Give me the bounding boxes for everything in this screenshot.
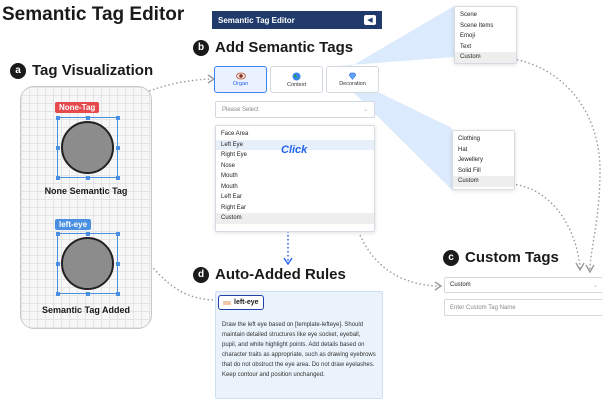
- custom-tag-select[interactable]: Custom ⌄: [444, 277, 602, 293]
- rule-description: Draw the left eye based on [template-lef…: [222, 322, 376, 378]
- add-semantic-tags-heading: b Add Semantic Tags: [193, 39, 353, 56]
- category-decoration-button[interactable]: Decoration: [326, 66, 379, 93]
- decoration-option-clothing[interactable]: Clothing: [453, 134, 514, 145]
- editor-header-bar: Semantic Tag Editor ◀: [212, 11, 382, 29]
- page-title: Semantic Tag Editor: [2, 4, 185, 25]
- context-options-menu: Scene Scene Items Emoji Text Custom: [454, 6, 517, 64]
- custom-tags-title: Custom Tags: [465, 249, 559, 266]
- globe-icon: [292, 72, 301, 80]
- tag-visualization-heading: a Tag Visualization: [10, 62, 153, 79]
- eye-swatch-icon: [223, 300, 231, 305]
- rule-tag-chip-label: left-eye: [234, 299, 259, 306]
- left-eye-tag-pill: left-eye: [55, 219, 92, 230]
- gem-icon: [348, 72, 357, 80]
- tag-select-placeholder: Please Select: [222, 106, 259, 113]
- category-context-button[interactable]: Context: [270, 66, 323, 93]
- decoration-option-solid-fill[interactable]: Solid Fill: [453, 166, 514, 177]
- decoration-options-menu: Clothing Hat Jewellery Solid Fill Custom: [452, 130, 515, 190]
- left-eye-caption: Semantic Tag Added: [41, 305, 130, 315]
- organ-option-nose[interactable]: Nose: [216, 161, 374, 172]
- left-eye-shape: [61, 237, 114, 290]
- organ-option-mouth-2[interactable]: Mouth: [216, 182, 374, 193]
- decoration-option-custom[interactable]: Custom: [453, 176, 514, 187]
- auto-added-rules-heading: d Auto-Added Rules: [193, 266, 346, 283]
- add-semantic-tags-title: Add Semantic Tags: [215, 39, 354, 56]
- none-tag-pill: None-Tag: [55, 102, 100, 113]
- custom-tag-select-value: Custom: [450, 282, 471, 288]
- organ-option-custom[interactable]: Custom: [216, 213, 374, 224]
- category-decoration-label: Decoration: [339, 81, 366, 87]
- tag-visualization-title: Tag Visualization: [32, 62, 154, 79]
- editor-header-title: Semantic Tag Editor: [218, 15, 295, 25]
- custom-tag-name-input[interactable]: Enter Custom Tag Name: [444, 299, 602, 316]
- organ-option-left-ear[interactable]: Left Ear: [216, 192, 374, 203]
- category-organ-label: Organ: [232, 81, 249, 87]
- click-annotation: Click: [281, 144, 308, 156]
- decoration-option-hat[interactable]: Hat: [453, 145, 514, 156]
- custom-tags-heading: c Custom Tags: [443, 249, 559, 266]
- section-badge-d: d: [193, 266, 209, 283]
- context-option-custom[interactable]: Custom: [455, 52, 516, 63]
- chevron-down-icon: ⌄: [592, 282, 598, 289]
- organ-option-face-area[interactable]: Face Area: [216, 129, 374, 140]
- none-tag-shape: [61, 121, 114, 174]
- context-option-text[interactable]: Text: [455, 42, 516, 53]
- auto-added-rules-title: Auto-Added Rules: [215, 266, 346, 283]
- decoration-option-jewellery[interactable]: Jewellery: [453, 155, 514, 166]
- section-badge-a: a: [10, 62, 26, 79]
- chevron-down-icon: ⌄: [362, 107, 368, 113]
- context-option-scene[interactable]: Scene: [455, 10, 516, 21]
- organ-option-mouth[interactable]: Mouth: [216, 171, 374, 182]
- none-tag-caption: None Semantic Tag: [44, 186, 128, 196]
- rule-tag-chip[interactable]: left-eye: [218, 295, 264, 310]
- category-organ-button[interactable]: Organ: [214, 66, 267, 93]
- section-badge-c: c: [443, 249, 459, 266]
- organ-option-right-ear[interactable]: Right Ear: [216, 203, 374, 214]
- section-badge-b: b: [193, 39, 209, 56]
- context-option-scene-items[interactable]: Scene Items: [455, 21, 516, 32]
- eye-icon: [235, 72, 246, 80]
- chevron-left-icon[interactable]: ◀: [364, 15, 376, 25]
- arrow-custom-to-customtags: [359, 234, 441, 287]
- organ-options-list: Face Area Left Eye Right Eye Nose Mouth …: [215, 125, 375, 232]
- context-option-emoji[interactable]: Emoji: [455, 31, 516, 42]
- category-context-label: Context: [287, 81, 306, 88]
- tag-select-dropdown[interactable]: Please Select ⌄: [215, 101, 375, 118]
